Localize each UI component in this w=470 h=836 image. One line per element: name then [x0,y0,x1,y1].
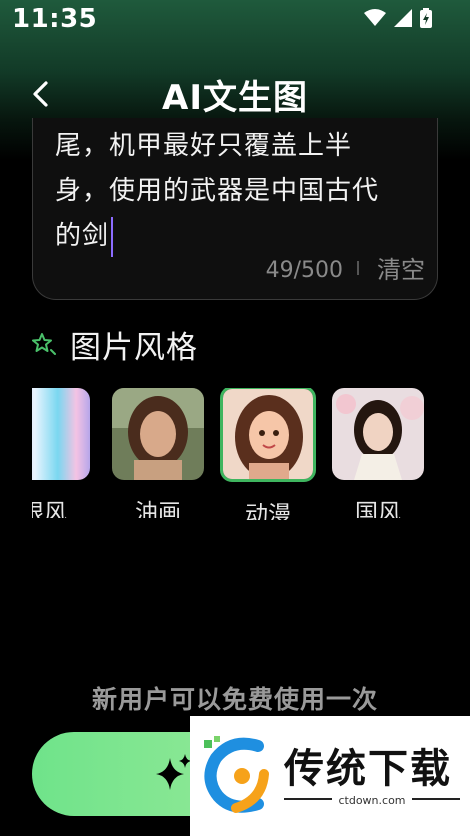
style-thumbnail [112,388,204,480]
watermark-brand: 传统下载 [284,746,452,792]
clear-button[interactable]: 清空 [377,250,425,285]
watermark-overlay: 传统下载 ctdown.com [190,716,470,836]
divider [357,261,359,275]
status-icons [364,8,432,28]
sparkle-icon [156,754,191,790]
prompt-line: 尾，机甲最好只覆盖上半 [55,131,353,161]
style-thumbnail [332,388,424,480]
style-thumbnail [32,388,90,480]
style-item-chinese-style[interactable]: 国风 [332,388,424,518]
navigation-bar: AI文生图 [0,62,470,126]
ctdown-logo-icon [204,736,269,813]
text-caret [111,216,114,257]
status-time: 11:35 [12,4,98,34]
wifi-icon [364,9,386,26]
signal-icon [394,9,412,27]
style-section-title: 图片风格 [70,329,198,366]
sparkle-star-icon [32,333,56,355]
style-item-anime[interactable]: 动漫 [220,388,316,520]
prompt-line-last: 的剑 [55,214,425,259]
watermark-url-wrapper: ctdown.com [284,794,460,807]
prompt-line: 的剑 [55,221,110,251]
style-section-header: 图片风格 [32,322,198,366]
style-thumbnail [220,388,316,482]
style-selector: 限风 油画 动漫 国风 [32,388,470,528]
prompt-text[interactable]: 尾，机甲最好只覆盖上半 身，使用的武器是中国古代 的剑 [55,124,425,259]
watermark-url: ctdown.com [332,794,412,807]
character-counter: 49/500 [265,258,343,283]
battery-icon [420,8,432,28]
style-label: 国风 [355,500,401,518]
page-title: AI文生图 [162,78,308,118]
prompt-line: 身，使用的武器是中国古代 [55,176,380,206]
free-usage-hint: 新用户可以免费使用一次 [91,685,378,714]
style-item-oil-painting[interactable]: 油画 [112,388,204,518]
status-bar: 11:35 [0,0,470,44]
style-label: 动漫 [245,502,291,520]
prompt-input[interactable]: 尾，机甲最好只覆盖上半 身，使用的武器是中国古代 的剑 49/500 清空 [32,118,438,300]
style-label: 油画 [135,500,181,518]
style-label: 限风 [32,500,67,518]
style-item-limit[interactable]: 限风 [32,388,90,518]
